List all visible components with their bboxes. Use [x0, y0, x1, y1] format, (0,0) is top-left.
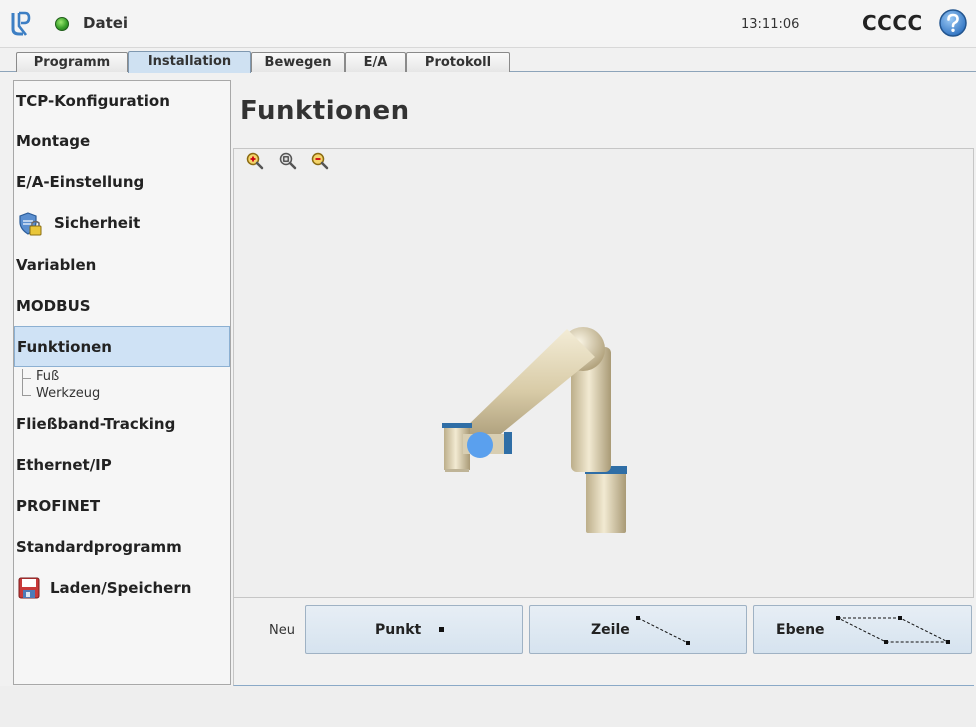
- page-title: Funktionen: [240, 96, 410, 126]
- tab-protokoll[interactable]: Protokoll: [406, 52, 510, 72]
- zoom-out-icon[interactable]: [311, 152, 329, 170]
- robot-status-icon: [55, 17, 69, 31]
- sidebar: TCP-Konfiguration Montage E/A-Einstellun…: [13, 80, 231, 685]
- sidebar-item-funktionen[interactable]: Funktionen: [14, 326, 230, 367]
- plane-icon: [836, 616, 950, 644]
- sidebar-item-standardprogramm[interactable]: Standardprogramm: [14, 527, 230, 567]
- sidebar-item-modbus[interactable]: MODBUS: [14, 286, 230, 326]
- sidebar-item-ea-einstellung[interactable]: E/A-Einstellung: [14, 162, 230, 202]
- help-icon[interactable]: [938, 8, 968, 38]
- sidebar-item-variablen[interactable]: Variablen: [14, 245, 230, 285]
- add-line-button[interactable]: Zeile: [529, 605, 747, 654]
- line-icon: [636, 616, 690, 645]
- floppy-disk-icon: [18, 577, 40, 599]
- tab-bar: Programm Installation Bewegen E/A Protok…: [0, 48, 976, 73]
- sidebar-item-montage[interactable]: Montage: [14, 121, 230, 161]
- add-line-label: Zeile: [591, 622, 630, 638]
- file-menu[interactable]: Datei: [83, 14, 128, 32]
- sidebar-item-sicherheit[interactable]: Sicherheit: [14, 203, 230, 243]
- zoom-reset-icon[interactable]: [279, 152, 297, 170]
- header-bar: Datei 13:11:06 CCCC: [0, 0, 976, 48]
- footer-bar: [0, 686, 976, 727]
- tab-ea[interactable]: E/A: [345, 52, 406, 72]
- sidebar-item-profinet[interactable]: PROFINET: [14, 486, 230, 526]
- sidebar-item-laden-speichern-label: Laden/Speichern: [50, 579, 192, 597]
- shield-lock-icon: [19, 212, 42, 236]
- sidebar-subitem-fuss[interactable]: Fuß: [22, 369, 59, 384]
- new-feature-label: Neu: [269, 623, 295, 638]
- sidebar-item-laden-speichern[interactable]: Laden/Speichern: [14, 568, 230, 608]
- zoom-in-icon[interactable]: [246, 152, 264, 170]
- sidebar-item-sicherheit-label: Sicherheit: [54, 214, 141, 232]
- clock: 13:11:06: [741, 17, 800, 32]
- robot-3d-view[interactable]: [233, 148, 974, 598]
- sidebar-item-ethernet-ip[interactable]: Ethernet/IP: [14, 445, 230, 485]
- point-icon: [439, 627, 444, 632]
- sidebar-item-tcp-konfiguration[interactable]: TCP-Konfiguration: [14, 81, 230, 121]
- ur-logo-icon: [11, 11, 31, 36]
- add-plane-label: Ebene: [776, 622, 825, 638]
- tab-bewegen[interactable]: Bewegen: [251, 52, 345, 72]
- add-point-button[interactable]: Punkt: [305, 605, 523, 654]
- robot-arm-model: [442, 327, 627, 533]
- robot-name: CCCC: [862, 11, 923, 35]
- add-point-label: Punkt: [375, 622, 422, 638]
- sidebar-subitem-werkzeug[interactable]: Werkzeug: [22, 386, 100, 401]
- sidebar-item-fliessband-tracking[interactable]: Fließband-Tracking: [14, 404, 230, 444]
- tab-installation[interactable]: Installation: [128, 51, 251, 73]
- add-plane-button[interactable]: Ebene: [753, 605, 972, 654]
- tab-programm[interactable]: Programm: [16, 52, 128, 72]
- app-window: Datei 13:11:06 CCCC Programm Installatio…: [0, 0, 976, 727]
